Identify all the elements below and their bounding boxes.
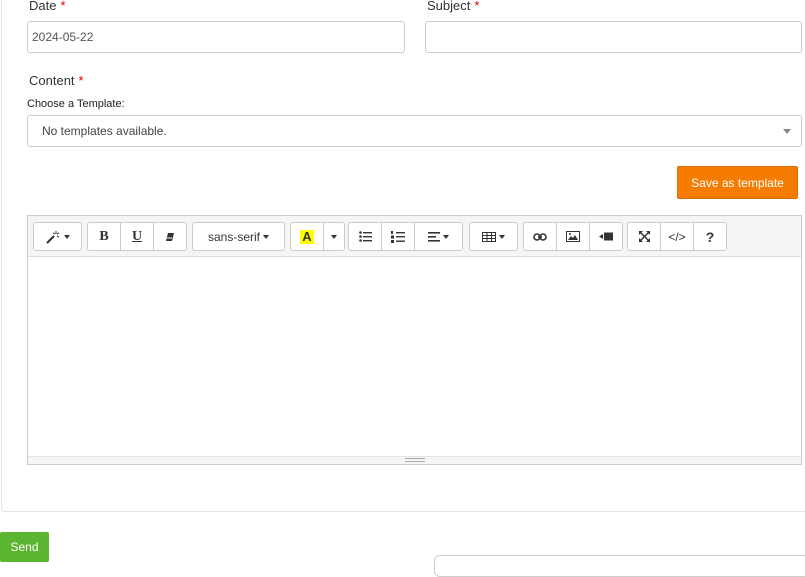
- help-icon: ?: [705, 228, 715, 245]
- expand-icon: [638, 231, 650, 242]
- save-as-template-button[interactable]: Save as template: [677, 166, 798, 199]
- caret-down-icon: [263, 234, 269, 239]
- align-left-icon: [428, 231, 440, 242]
- paragraph-align-dropdown[interactable]: [414, 222, 463, 251]
- image-icon: [566, 231, 580, 242]
- table-icon: [482, 231, 496, 242]
- unordered-list-button[interactable]: [348, 222, 382, 251]
- date-label: Date *: [29, 0, 66, 13]
- insert-video-button[interactable]: [589, 222, 623, 251]
- table-dropdown-button[interactable]: [469, 222, 518, 251]
- code-view-button[interactable]: </>: [660, 222, 694, 251]
- caret-down-icon: [64, 234, 70, 239]
- magic-wand-icon: [46, 230, 60, 244]
- caret-down-icon: [331, 234, 337, 239]
- template-select[interactable]: No templates available.: [27, 115, 802, 147]
- template-label: Choose a Template:: [27, 98, 125, 110]
- rich-text-editor: B U sans-serif A </> ?: [27, 215, 802, 465]
- subject-label: Subject *: [427, 0, 480, 13]
- send-button[interactable]: Send: [0, 532, 49, 562]
- numbered-list-icon: [391, 230, 405, 243]
- eraser-icon: [166, 232, 174, 241]
- clear-format-button[interactable]: [153, 222, 187, 251]
- video-icon: [599, 232, 613, 241]
- font-family-dropdown[interactable]: sans-serif: [192, 222, 285, 251]
- font-family-value: sans-serif: [207, 229, 260, 244]
- insert-image-button[interactable]: [556, 222, 590, 251]
- text-color-button[interactable]: A: [290, 222, 324, 251]
- editor-toolbar: B U sans-serif A </> ?: [28, 216, 801, 257]
- color-dropdown-button[interactable]: [323, 222, 345, 251]
- bottom-panel-edge: [434, 555, 805, 577]
- bold-icon: B: [99, 228, 109, 244]
- grip-icon: [405, 458, 425, 462]
- editor-resize-handle[interactable]: [28, 456, 801, 464]
- ordered-list-button[interactable]: [381, 222, 415, 251]
- fullscreen-button[interactable]: [627, 222, 661, 251]
- highlight-icon: A: [300, 228, 314, 244]
- underline-button[interactable]: U: [120, 222, 154, 251]
- underline-icon: U: [131, 228, 143, 244]
- code-icon: </>: [668, 229, 686, 244]
- help-button[interactable]: ?: [693, 222, 727, 251]
- editor-content-area[interactable]: [28, 257, 801, 457]
- link-icon: [533, 232, 547, 241]
- content-label: Content *: [29, 73, 84, 88]
- caret-down-icon: [499, 234, 505, 239]
- bullet-list-icon: [358, 231, 372, 242]
- insert-link-button[interactable]: [523, 222, 557, 251]
- caret-down-icon: [443, 234, 449, 239]
- style-dropdown-button[interactable]: [33, 222, 82, 251]
- bold-button[interactable]: B: [87, 222, 121, 251]
- chevron-down-icon: [783, 129, 791, 134]
- subject-input[interactable]: [425, 21, 802, 53]
- template-selected-value: No templates available.: [42, 124, 167, 138]
- date-input[interactable]: 2024-05-22: [27, 21, 405, 53]
